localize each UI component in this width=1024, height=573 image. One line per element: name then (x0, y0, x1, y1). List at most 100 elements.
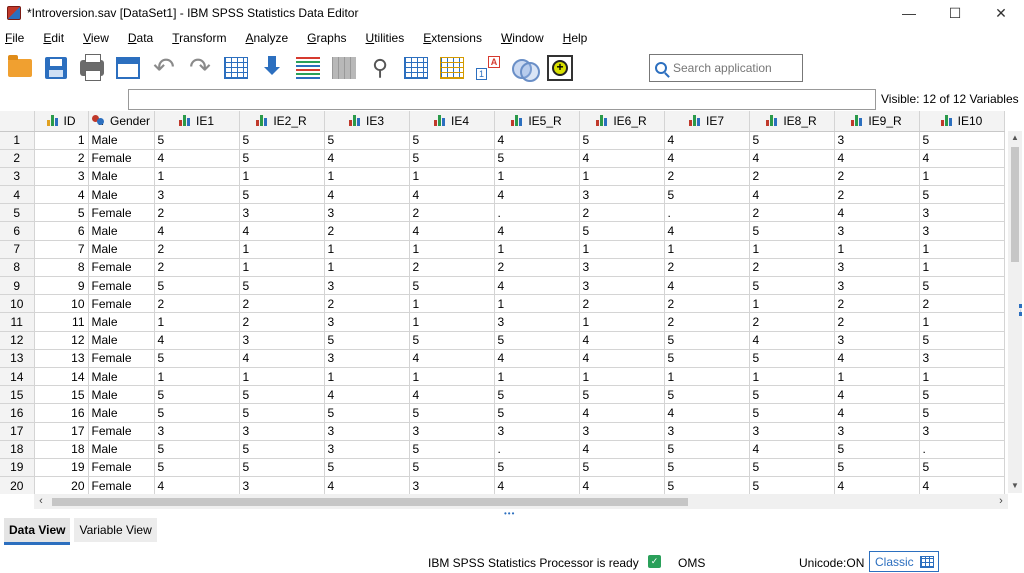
data-cell[interactable]: 3 (239, 476, 325, 494)
data-cell[interactable]: 1 (239, 367, 325, 387)
data-cell[interactable]: 11 (34, 312, 89, 332)
data-cell[interactable]: 2 (409, 203, 495, 223)
data-cell[interactable]: 5 (664, 331, 750, 350)
data-cell[interactable]: 4 (749, 149, 835, 168)
data-cell[interactable]: 5 (154, 403, 240, 423)
row-number[interactable]: 6 (0, 221, 35, 241)
row-number[interactable]: 2 (0, 149, 35, 168)
data-cell[interactable]: 1 (239, 240, 325, 259)
data-cell[interactable]: 2 (579, 203, 665, 223)
data-cell[interactable]: 6 (34, 221, 89, 241)
data-cell[interactable]: 5 (409, 131, 495, 150)
menu-graphs[interactable]: Graphs (302, 31, 354, 45)
data-cell[interactable]: 14 (34, 367, 89, 387)
data-cell[interactable]: 5 (154, 349, 240, 368)
data-cell[interactable]: 2 (749, 167, 835, 187)
column-header[interactable]: IE8_R (749, 111, 835, 132)
row-number[interactable]: 4 (0, 185, 35, 205)
data-cell[interactable]: 4 (409, 349, 495, 368)
data-cell[interactable]: 5 (154, 440, 240, 459)
data-cell[interactable]: 3 (324, 349, 410, 368)
row-number[interactable]: 13 (0, 349, 35, 368)
data-cell[interactable]: Female (88, 476, 155, 494)
data-cell[interactable]: . (919, 440, 1005, 459)
data-cell[interactable]: 3 (239, 422, 325, 441)
data-cell[interactable]: 1 (324, 240, 410, 259)
data-cell[interactable]: Female (88, 149, 155, 168)
data-cell[interactable]: 19 (34, 458, 89, 478)
side-splitter-icon[interactable] (1019, 304, 1022, 316)
data-cell[interactable]: 3 (834, 276, 920, 296)
data-cell[interactable]: 5 (919, 131, 1005, 150)
data-cell[interactable]: Male (88, 167, 155, 187)
data-cell[interactable]: 1 (239, 167, 325, 187)
data-cell[interactable]: 2 (834, 185, 920, 205)
data-cell[interactable]: 5 (664, 458, 750, 478)
data-cell[interactable]: 4 (749, 440, 835, 459)
data-cell[interactable]: 4 (664, 403, 750, 423)
data-cell[interactable]: 4 (834, 476, 920, 494)
data-cell[interactable]: 2 (239, 312, 325, 332)
data-cell[interactable]: 1 (579, 312, 665, 332)
data-cell[interactable]: 5 (494, 331, 580, 350)
column-header[interactable]: IE9_R (834, 111, 920, 132)
data-cell[interactable]: 4 (749, 185, 835, 205)
select-cases-icon[interactable] (437, 54, 467, 82)
data-cell[interactable]: 1 (239, 258, 325, 278)
data-cell[interactable]: 3 (34, 167, 89, 187)
row-number[interactable]: 11 (0, 312, 35, 332)
run-descriptives-icon[interactable] (329, 54, 359, 82)
minimize-button[interactable]: — (886, 0, 932, 26)
data-cell[interactable]: 3 (324, 276, 410, 296)
dialog-recall-icon[interactable] (113, 54, 143, 82)
data-cell[interactable]: 3 (919, 349, 1005, 368)
column-header[interactable]: IE2_R (239, 111, 325, 132)
data-cell[interactable]: 1 (324, 167, 410, 187)
data-cell[interactable]: Male (88, 221, 155, 241)
data-cell[interactable]: 5 (749, 131, 835, 150)
data-cell[interactable]: 5 (494, 403, 580, 423)
data-cell[interactable]: 18 (34, 440, 89, 459)
data-cell[interactable]: 5 (409, 403, 495, 423)
data-cell[interactable]: 1 (494, 367, 580, 387)
data-cell[interactable]: 5 (664, 185, 750, 205)
data-cell[interactable]: 1 (919, 167, 1005, 187)
data-cell[interactable]: 5 (324, 403, 410, 423)
data-cell[interactable]: 3 (834, 331, 920, 350)
row-number[interactable]: 3 (0, 167, 35, 187)
menu-edit[interactable]: Edit (38, 31, 72, 45)
data-cell[interactable]: 3 (664, 422, 750, 441)
data-cell[interactable]: Male (88, 185, 155, 205)
row-number[interactable]: 20 (0, 476, 35, 494)
data-cell[interactable]: 3 (749, 422, 835, 441)
data-cell[interactable]: 5 (409, 276, 495, 296)
data-cell[interactable]: 5 (34, 203, 89, 223)
data-cell[interactable]: 2 (579, 294, 665, 314)
data-cell[interactable]: 5 (239, 440, 325, 459)
data-cell[interactable]: 5 (409, 458, 495, 478)
data-cell[interactable]: 1 (579, 240, 665, 259)
column-header[interactable]: IE4 (409, 111, 495, 132)
use-sets-icon[interactable] (509, 54, 540, 82)
data-cell[interactable]: 5 (664, 476, 750, 494)
data-cell[interactable]: 4 (579, 331, 665, 350)
data-cell[interactable]: 4 (239, 221, 325, 241)
menu-file[interactable]: File (0, 31, 32, 45)
data-cell[interactable]: 1 (579, 367, 665, 387)
data-cell[interactable]: 5 (324, 331, 410, 350)
data-cell[interactable]: 2 (409, 258, 495, 278)
data-cell[interactable]: 20 (34, 476, 89, 494)
data-cell[interactable]: 2 (749, 312, 835, 332)
goto-case-icon[interactable] (221, 54, 251, 82)
data-cell[interactable]: 1 (409, 312, 495, 332)
data-cell[interactable]: 5 (579, 385, 665, 405)
row-number[interactable]: 1 (0, 131, 35, 150)
data-cell[interactable]: Male (88, 312, 155, 332)
data-cell[interactable]: Male (88, 367, 155, 387)
scroll-up-icon[interactable]: ▲ (1008, 131, 1022, 145)
cell-editor-field[interactable] (128, 89, 876, 110)
data-cell[interactable]: Female (88, 349, 155, 368)
column-header[interactable]: IE10 (919, 111, 1005, 132)
data-cell[interactable]: Male (88, 240, 155, 259)
row-number[interactable]: 15 (0, 385, 35, 405)
